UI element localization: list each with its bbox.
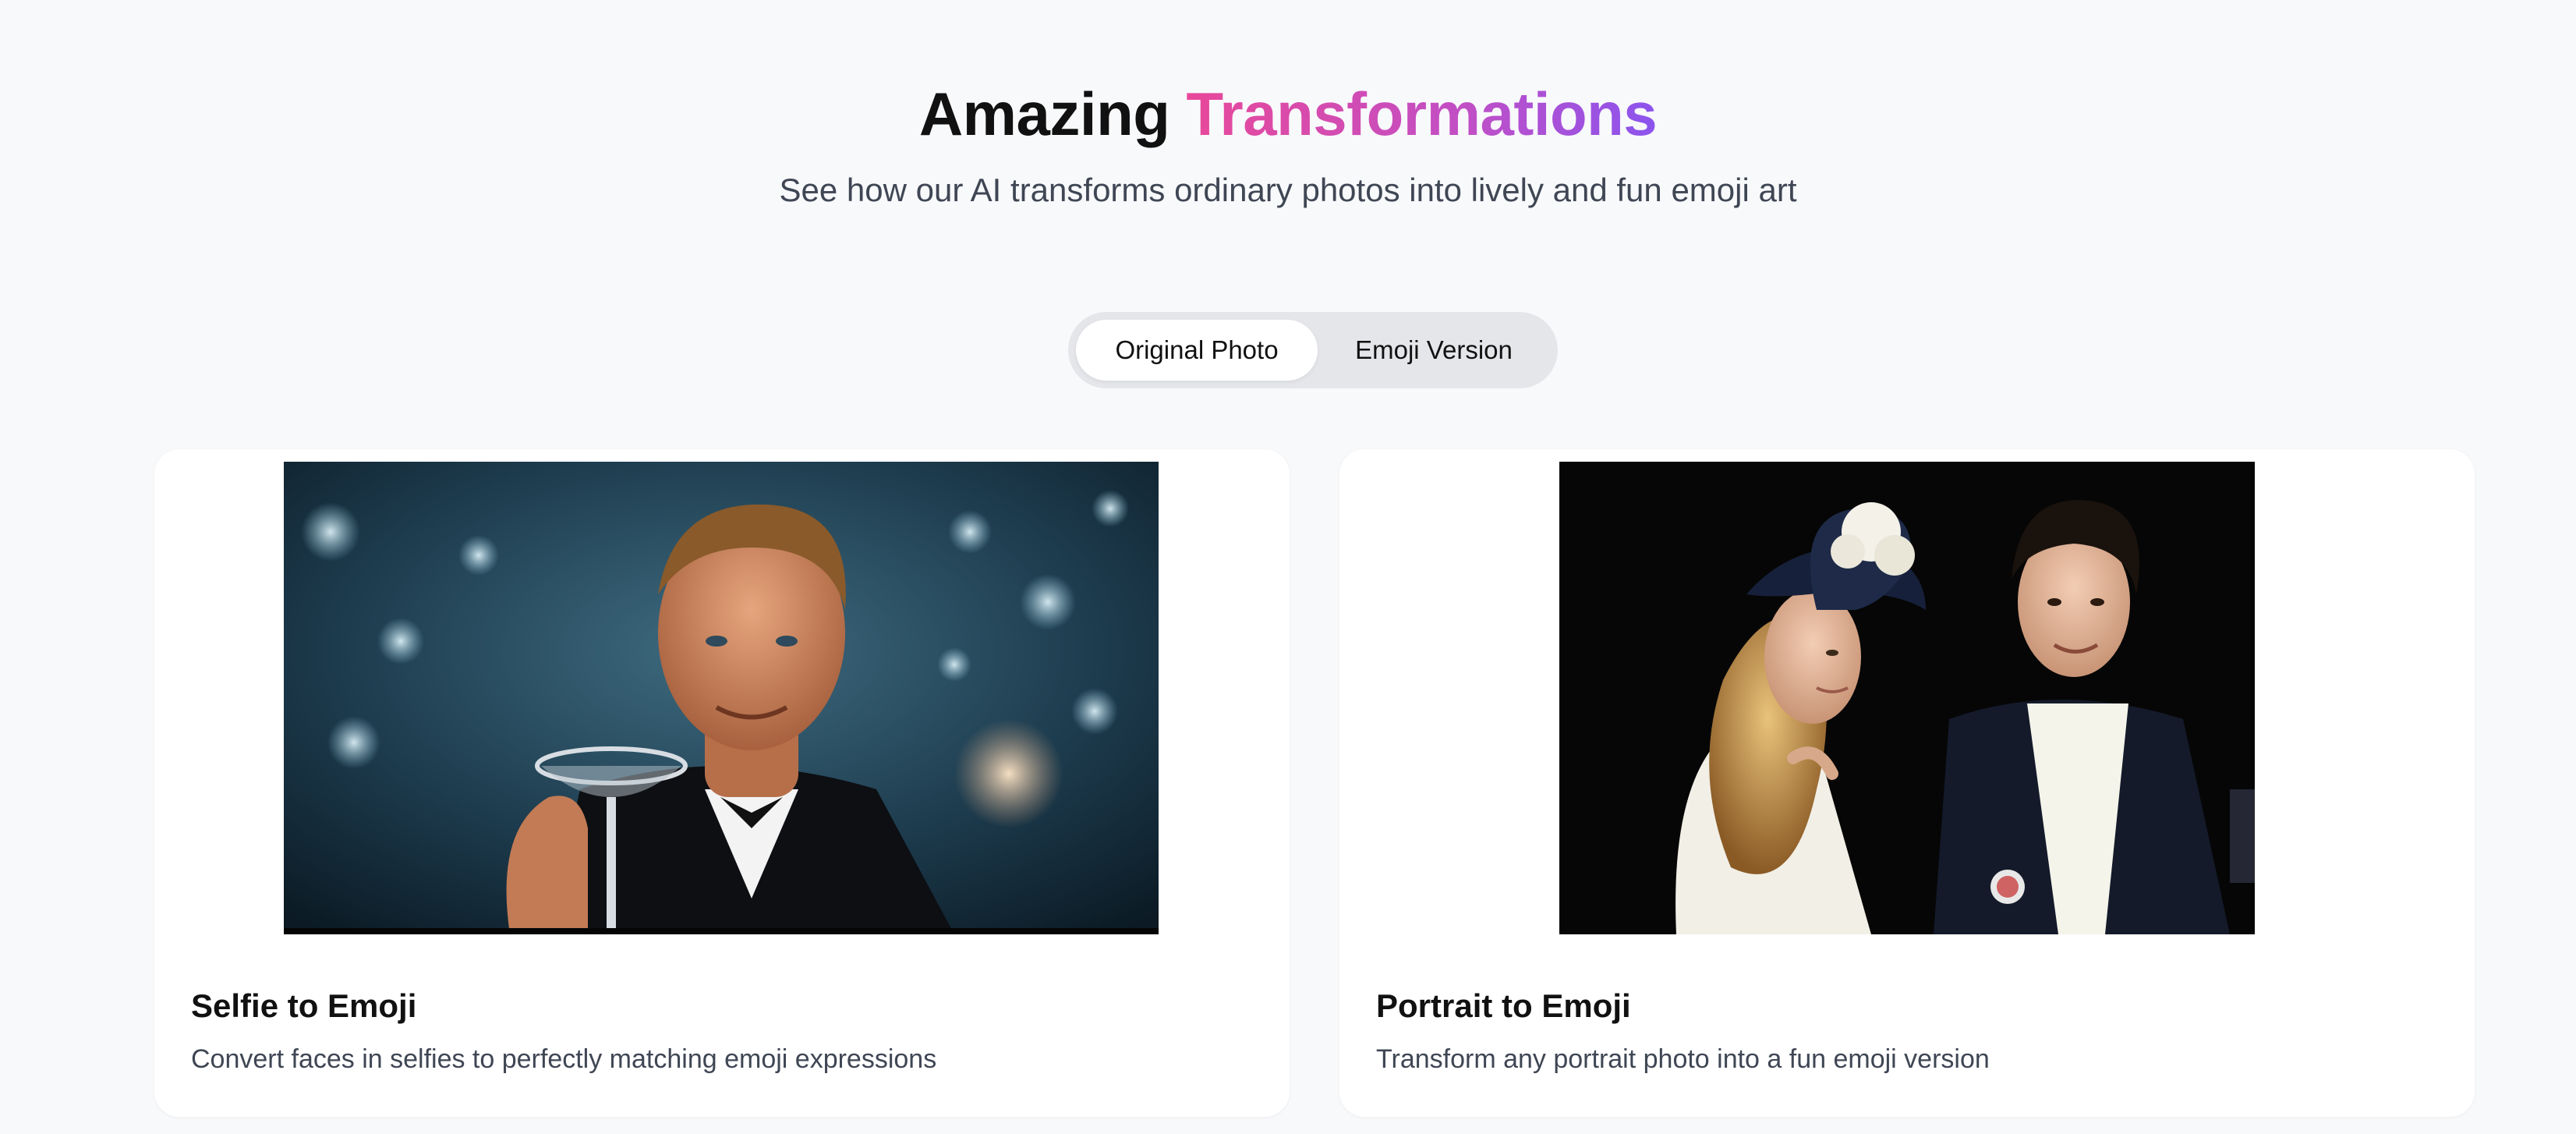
transformations-section: Amazing Transformations See how our AI t… — [0, 0, 2576, 1134]
example-card-portrait: Portrait to Emoji Transform any portrait… — [1339, 449, 2475, 1117]
selfie-photo-image — [284, 462, 1159, 934]
section-title: Amazing Transformations — [0, 78, 2576, 150]
toggle-original-photo[interactable]: Original Photo — [1076, 320, 1318, 381]
toggle-emoji-version[interactable]: Emoji Version — [1318, 320, 1550, 381]
section-subtitle: See how our AI transforms ordinary photo… — [779, 172, 1797, 208]
view-toggle: Original Photo Emoji Version — [1068, 312, 1558, 388]
card-description: Transform any portrait photo into a fun … — [1376, 1044, 1990, 1074]
portrait-photo-image — [1559, 462, 2255, 934]
section-title-plain: Amazing — [918, 80, 1170, 148]
card-description: Convert faces in selfies to perfectly ma… — [191, 1044, 937, 1074]
card-title: Portrait to Emoji — [1376, 987, 1631, 1024]
portrait-photo — [1559, 462, 2255, 934]
example-card-selfie: Selfie to Emoji Convert faces in selfies… — [154, 449, 1290, 1117]
selfie-photo — [284, 462, 1159, 934]
card-title: Selfie to Emoji — [191, 987, 417, 1024]
section-title-accent: Transformations — [1186, 80, 1658, 148]
